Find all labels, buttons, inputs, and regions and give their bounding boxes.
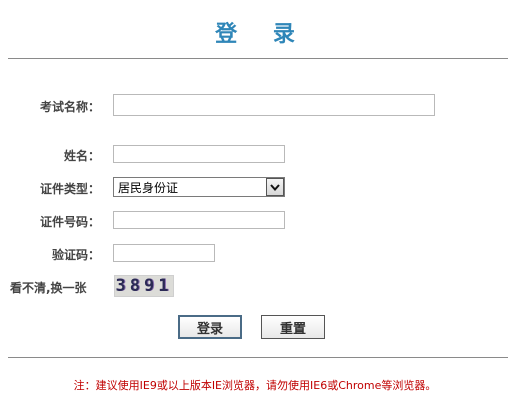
refresh-captcha-link[interactable]: 看不清,换一张	[10, 279, 110, 296]
id-number-input[interactable]	[113, 211, 285, 229]
chevron-down-icon[interactable]	[266, 178, 284, 196]
exam-name-label: 考试名称：	[39, 100, 100, 114]
captcha-image[interactable]: 3891	[114, 275, 174, 297]
login-button[interactable]: 登录	[178, 315, 242, 339]
browser-note: 注：建议使用IE9或以上版本IE浏览器，请勿使用IE6或Chrome等浏览器。	[73, 379, 437, 392]
name-input[interactable]	[113, 145, 285, 163]
id-type-select[interactable]: 居民身份证	[113, 177, 285, 197]
bottom-divider	[8, 357, 508, 358]
reset-button[interactable]: 重置	[261, 315, 325, 339]
page-title: 登 录	[215, 22, 309, 47]
captcha-input[interactable]	[113, 244, 215, 262]
name-label: 姓名：	[63, 149, 100, 163]
id-number-label: 证件号码：	[39, 215, 100, 229]
exam-name-input[interactable]	[113, 94, 435, 116]
id-type-selected-value: 居民身份证	[118, 180, 179, 195]
top-divider	[8, 58, 508, 59]
id-type-label: 证件类型：	[39, 182, 100, 196]
captcha-label: 验证码：	[51, 248, 100, 262]
